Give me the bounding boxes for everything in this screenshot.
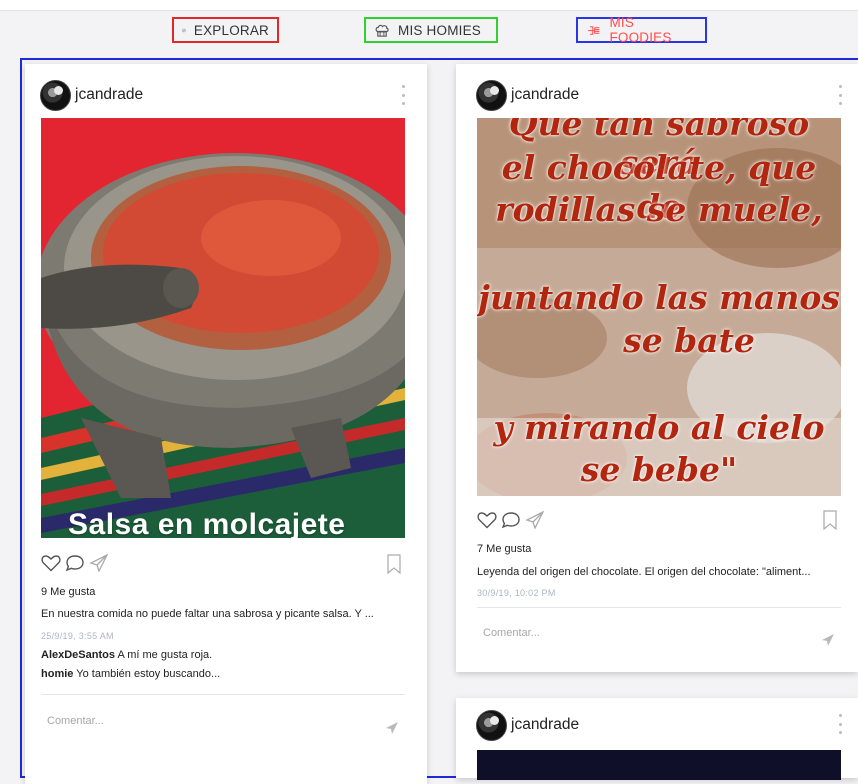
avatar[interactable]: [476, 79, 507, 111]
post-image[interactable]: [477, 750, 841, 780]
post-image[interactable]: Salsa en molcajete: [41, 118, 405, 538]
comment-text: A mí me gusta roja.: [117, 649, 213, 661]
post-description[interactable]: Leyenda del origen del chocolate. El ori…: [477, 566, 841, 578]
molcajete-photo: [41, 118, 405, 538]
tab-mis-foodies-label: MIS FOODIES: [609, 15, 672, 45]
tab-mis-homies-label: MIS HOMIES: [398, 22, 482, 38]
tab-mis-homies[interactable]: MIS HOMIES: [364, 17, 498, 43]
post-card: jcandrade Que tan sabroso será el chocol…: [456, 64, 858, 672]
feed-tabs: EXPLORAR MIS HOMIES MIS FOODIES: [0, 15, 858, 45]
post-header[interactable]: jcandrade: [40, 79, 143, 111]
post-actions: [41, 554, 109, 572]
fork-icon: [588, 25, 600, 35]
like-count: 7 Me gusta: [477, 543, 532, 555]
heart-icon[interactable]: [41, 554, 61, 572]
bookmark-icon[interactable]: [822, 510, 838, 530]
comment: homie Yo también estoy buscando...: [41, 668, 220, 680]
more-vertical-icon[interactable]: [837, 714, 843, 734]
comment-author[interactable]: AlexDeSantos: [41, 649, 115, 661]
poem-line: se bebe": [580, 450, 738, 489]
post-actions: [477, 511, 545, 529]
heart-icon[interactable]: [477, 511, 497, 529]
comment: AlexDeSantos A mí me gusta roja.: [41, 649, 212, 661]
post-header[interactable]: jcandrade: [476, 79, 579, 111]
poem-line: y mirando al cielo: [493, 408, 825, 447]
paper-plane-icon[interactable]: [525, 511, 545, 529]
bookmark-icon[interactable]: [386, 554, 402, 574]
comment-input[interactable]: Comentar...: [47, 715, 104, 727]
chef-hat-icon: [375, 24, 389, 37]
top-bar: [0, 0, 858, 11]
more-vertical-icon[interactable]: [837, 85, 843, 105]
post-username[interactable]: jcandrade: [511, 716, 579, 734]
poem-line: juntando las manos: [478, 278, 840, 317]
poem-line: se bate: [623, 321, 755, 360]
tab-explorar[interactable]: EXPLORAR: [172, 17, 279, 43]
divider: [477, 607, 841, 608]
send-icon[interactable]: [385, 721, 399, 735]
comment-text: Yo también estoy buscando...: [76, 668, 221, 680]
avatar[interactable]: [40, 79, 71, 111]
post-username[interactable]: jcandrade: [75, 86, 143, 104]
tab-explorar-label: EXPLORAR: [193, 22, 269, 38]
poem-line: rodillas se muele,: [495, 190, 823, 229]
send-icon[interactable]: [821, 633, 835, 647]
more-vertical-icon[interactable]: [400, 85, 406, 105]
post-date: 25/9/19, 3:55 AM: [41, 631, 114, 641]
post-description[interactable]: En nuestra comida no puede faltar una sa…: [41, 608, 409, 620]
comment-input[interactable]: Comentar...: [483, 627, 540, 639]
paper-plane-icon[interactable]: [89, 554, 109, 572]
speech-bubble-icon[interactable]: [65, 554, 85, 572]
avatar[interactable]: [476, 709, 507, 741]
image-caption-overlay: Salsa en molcajete: [68, 508, 346, 538]
post-header[interactable]: jcandrade: [476, 709, 579, 741]
speech-bubble-icon[interactable]: [501, 511, 521, 529]
compass-icon: [182, 28, 186, 32]
post-image[interactable]: Que tan sabroso será el chocolate, que d…: [477, 118, 841, 496]
post-username[interactable]: jcandrade: [511, 86, 579, 104]
post-date: 30/9/19, 10:02 PM: [477, 588, 556, 598]
post-card: jcandrade Salsa en molcajete 9 Me gusta …: [25, 64, 427, 784]
like-count: 9 Me gusta: [41, 586, 96, 598]
tab-mis-foodies[interactable]: MIS FOODIES: [576, 15, 707, 45]
post-card: jcandrade: [456, 698, 858, 780]
comment-author[interactable]: homie: [41, 668, 73, 680]
divider: [41, 694, 405, 695]
